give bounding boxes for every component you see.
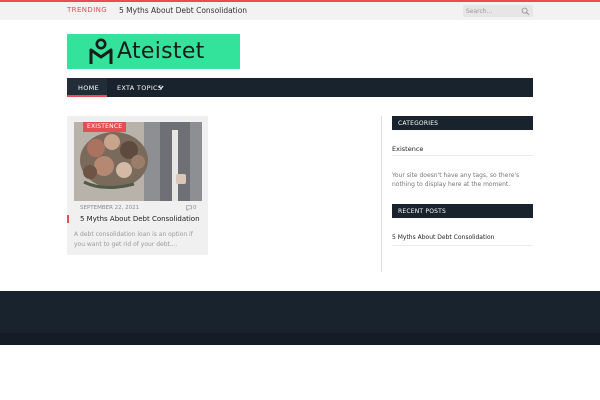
post-title[interactable]: 5 Myths About Debt Consolidation	[80, 215, 200, 223]
post-image-illustration	[74, 122, 202, 201]
trending-link[interactable]: 5 Myths About Debt Consolidation	[119, 6, 247, 15]
post-excerpt: A debt consolidation loan is an option i…	[74, 231, 193, 248]
main-nav: HOME EXTA TOPICS	[67, 78, 533, 97]
title-marker	[67, 215, 69, 223]
nav-item-home[interactable]: HOME	[67, 78, 107, 97]
footer	[0, 291, 600, 333]
categories-heading-label: CATEGORIES	[398, 120, 439, 127]
tags-message: Your site doesn't have any tags, so ther…	[392, 172, 520, 188]
topbar: TRENDING 5 Myths About Debt Consolidatio…	[0, 2, 600, 20]
logo-text: Ateistet	[117, 39, 205, 64]
category-badge[interactable]: EXISTENCE	[83, 122, 127, 132]
page: TRENDING 5 Myths About Debt Consolidatio…	[0, 0, 600, 400]
search-box	[463, 5, 533, 17]
post-card: EXISTENCE SEPTEMBER 22, 2021 0 5 Myths A…	[67, 116, 208, 255]
site-logo[interactable]: Ateistet	[67, 34, 240, 69]
recent-post-divider	[392, 245, 533, 246]
search-input[interactable]	[466, 6, 518, 16]
recent-posts-heading-label: RECENT POSTS	[398, 208, 447, 215]
categories-widget-heading: CATEGORIES	[392, 116, 533, 130]
comment-icon[interactable]	[186, 205, 192, 211]
category-divider	[392, 155, 533, 156]
trending-label: TRENDING	[67, 6, 108, 14]
comment-count[interactable]: 0	[193, 205, 197, 211]
recent-posts-widget-heading: RECENT POSTS	[392, 204, 533, 218]
footer-bottom-bar	[0, 333, 600, 345]
sidebar-divider	[381, 116, 382, 272]
nav-item-exta-topics-label: EXTA TOPICS	[117, 84, 163, 92]
post-image[interactable]: EXISTENCE	[74, 122, 202, 201]
category-link-existence[interactable]: Existence	[392, 145, 423, 153]
post-date: SEPTEMBER 22, 2021	[80, 205, 140, 211]
nav-item-home-label: HOME	[78, 84, 99, 92]
recent-post-link[interactable]: 5 Myths About Debt Consolidation	[392, 234, 494, 241]
logo-mark-icon	[89, 38, 113, 64]
chevron-down-icon	[158, 85, 164, 90]
search-icon[interactable]	[521, 7, 530, 16]
nav-item-exta-topics[interactable]: EXTA TOPICS	[117, 78, 169, 97]
